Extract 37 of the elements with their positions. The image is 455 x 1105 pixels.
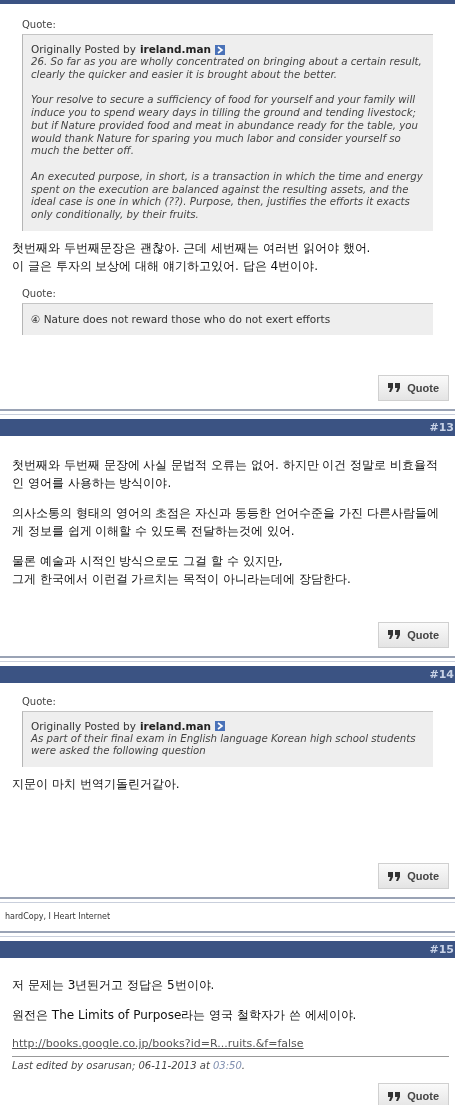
post-text: 저 문제는 3년된거고 정답은 5번이야. [12,977,216,995]
post-number[interactable]: #13 [429,420,455,434]
go-to-post-icon[interactable] [214,44,225,55]
quote-label: Quote: [22,18,57,32]
post-number[interactable]: #15 [429,943,455,957]
post-number[interactable]: #14 [429,667,455,681]
source-link[interactable]: http://books.google.co.jp/books?id=R...ruits.&f=false [12,1036,449,1053]
post-text: 원전은 The Limits of Purpose라는 영국 철학자가 쓴 에세이야. [12,1007,358,1025]
quote-author: ireland.man [139,719,211,733]
post-text: 물론 예술과 시적인 방식으로도 그걸 할 수 있지만, [12,552,284,570]
quote-button[interactable]: Quote [378,621,449,648]
post-text: 그게 한국에서 이런걸 가르치는 목적이 아니라는데에 장담한다. [12,570,352,588]
quote-marks-icon [388,871,401,881]
quote-button[interactable]: Quote [378,863,449,890]
post-text: 첫번째와 두번째 문장에 사실 문법적 오류는 없어. 하지만 이건 정말로 비효율적인 영어를 사용하는 방식이야. [12,456,439,492]
post-text: 첫번째와 두번째문장은 괜찮아. 근데 세번째는 여러번 읽어야 했어. [12,239,372,257]
quote-text: ④ Nature does not reward those who do not exert efforts [31,311,332,326]
quote-text: As part of their final exam in English language Korean high school students were asked the following question [31,732,417,759]
post-text: 지문이 마치 번역기돌린거같아. [12,776,181,794]
signature: hardCopy, I Heart Internet [4,911,112,924]
quote-marks-icon [388,383,401,393]
post-text: 이 글은 투자의 보상에 대해 얘기하고있어. 답은 4번이야. [12,257,319,275]
quote-label: Quote: [22,286,57,301]
quote-button[interactable]: Quote [378,374,449,401]
quote-marks-icon [388,1091,401,1101]
quote-button[interactable]: Quote [378,1083,449,1105]
quote-text: An executed purpose, in short, is a transaction in which the time and energy spent on the execution are balanced against the resulting assets, and the ideal case is one in which (??). Purpose, then, justifies the efforts it exacts only conditionally, by their fruits. [31,170,424,222]
posted-by-label: Originally Posted by [31,43,136,56]
quote-label: Quote: [22,694,57,709]
posted-by-label: Originally Posted by [31,719,136,733]
quote-marks-icon [388,630,401,640]
quote-author: ireland.man [139,43,211,56]
go-to-post-icon[interactable] [214,721,225,732]
quote-text: Your resolve to secure a sufficiency of food for yourself and your family will induce you to spend weary days in tilling the ground and tending livestock; but if Nature provided food and meat in abundance ready for the table, you would thank Nature for sparing you much labor and consider yourself so much the better off. [31,94,419,158]
last-edited-note: Last edited by osarusan; 06-11-2013 at 03:50. [12,1056,449,1072]
post-text: 의사소통의 형태의 영어의 초점은 자신과 동등한 언어수준을 가진 다른사람들에게 정보를 쉽게 이해할 수 있도록 전달하는것에 있어. [12,504,440,540]
quote-text: 26. So far as you are wholly concentrated on bringing about a certain result, clearly the quicker and easier it is brought about the better. [31,56,423,82]
